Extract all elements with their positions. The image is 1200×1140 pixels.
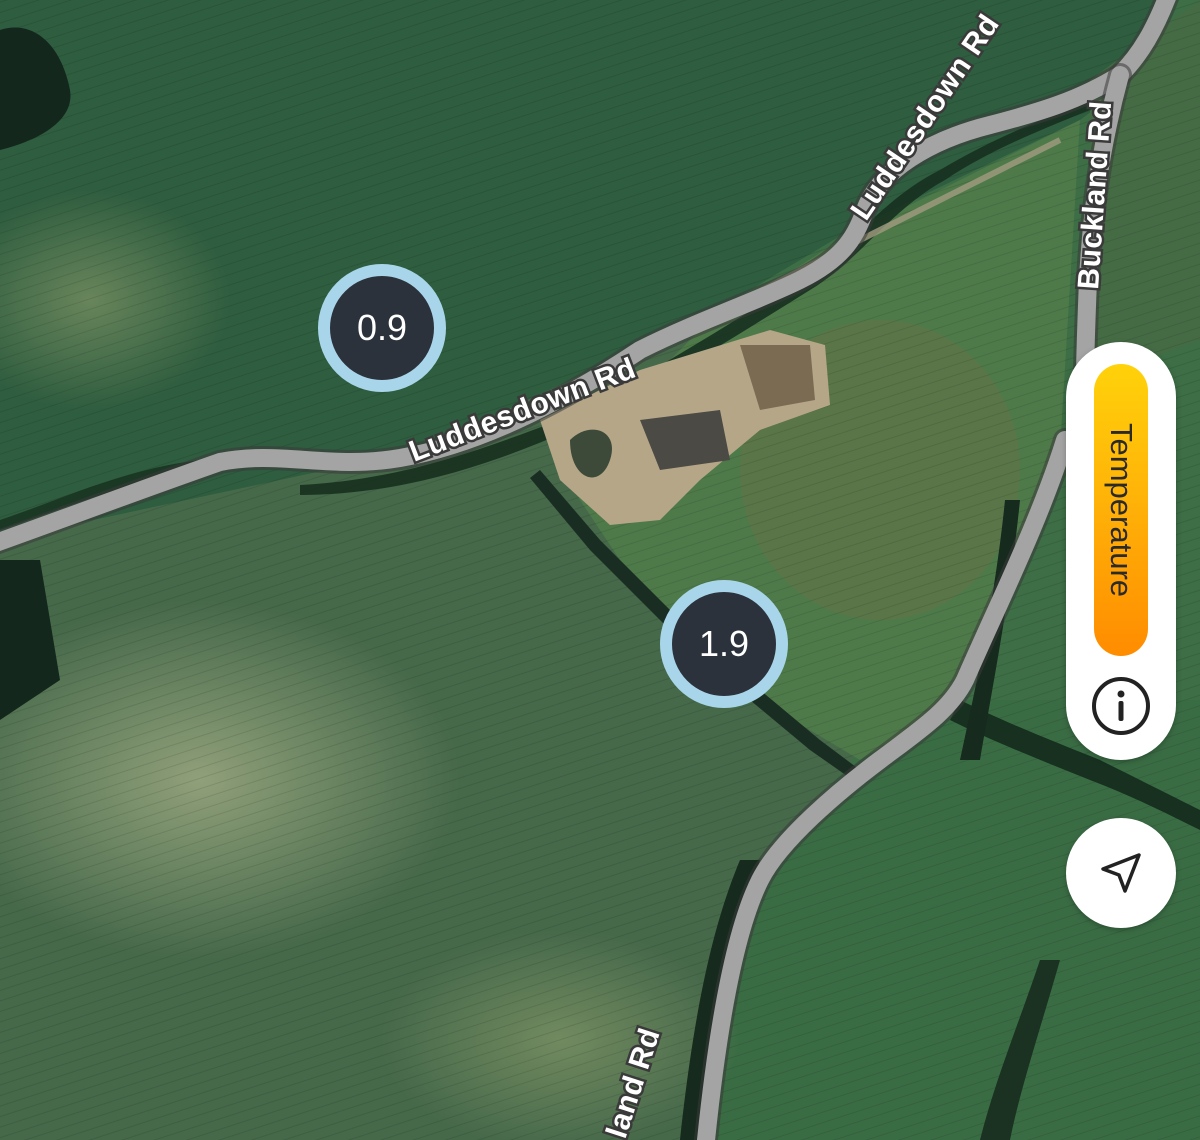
info-button[interactable] — [1089, 674, 1153, 738]
satellite-imagery: Luddesdown Rd Luddesdown Rd Buckland Rd … — [0, 0, 1200, 1140]
marker-value: 0.9 — [356, 307, 408, 348]
value-marker[interactable]: 1.9 — [660, 580, 788, 708]
marker-value: 1.9 — [698, 623, 750, 664]
map-view[interactable]: Luddesdown Rd Luddesdown Rd Buckland Rd … — [0, 0, 1200, 1140]
info-circle-icon — [1092, 677, 1150, 735]
value-marker[interactable]: 0.9 — [318, 264, 446, 392]
temperature-layer-button[interactable]: Temperature — [1094, 364, 1148, 656]
locate-button[interactable] — [1066, 818, 1176, 928]
navigation-arrow-icon — [1101, 853, 1141, 893]
layer-control-panel: Temperature — [1066, 342, 1176, 760]
temperature-label: Temperature — [1104, 422, 1139, 598]
